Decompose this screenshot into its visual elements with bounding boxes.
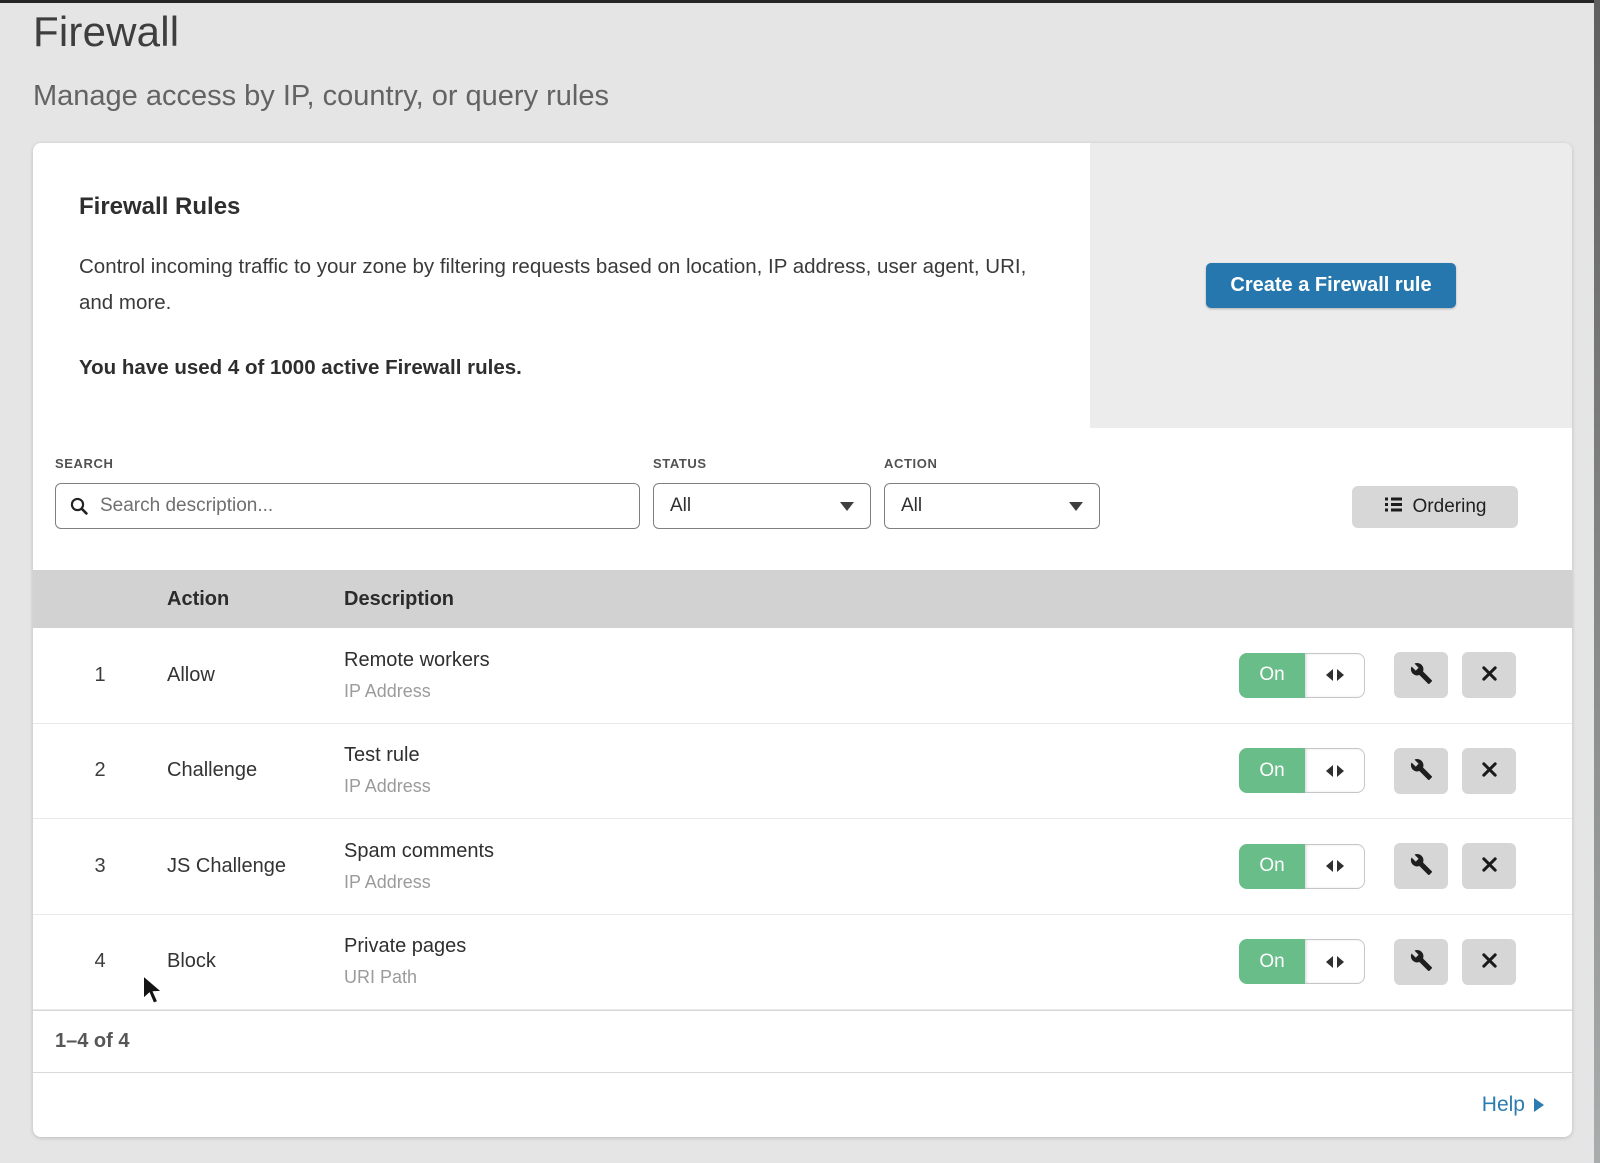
rule-status-toggle[interactable]: On bbox=[1239, 844, 1365, 889]
row-controls: On bbox=[1239, 915, 1516, 1010]
filters-bar: SEARCH STATUS All ACTION All bbox=[33, 428, 1572, 570]
page-title: Firewall bbox=[33, 8, 179, 56]
search-icon bbox=[67, 494, 91, 523]
status-label: STATUS bbox=[653, 456, 707, 471]
arrow-right-icon bbox=[1337, 669, 1344, 681]
row-controls: On bbox=[1239, 819, 1516, 914]
rule-priority: 4 bbox=[33, 950, 167, 973]
arrow-left-icon bbox=[1326, 765, 1333, 777]
table-row: 4 Block Private pages URI Path On bbox=[33, 915, 1572, 1011]
firewall-rules-card: Create a Firewall rule Firewall Rules Co… bbox=[33, 143, 1572, 1137]
toggle-on-label: On bbox=[1239, 844, 1305, 889]
table-header: Action Description bbox=[33, 570, 1572, 628]
search-input[interactable] bbox=[55, 483, 640, 529]
action-select[interactable]: All bbox=[884, 483, 1100, 529]
hero-description: Control incoming traffic to your zone by… bbox=[79, 249, 1034, 321]
arrow-left-icon bbox=[1326, 956, 1333, 968]
status-select[interactable]: All bbox=[653, 483, 871, 529]
toggle-knob[interactable] bbox=[1305, 653, 1365, 698]
arrow-right-icon bbox=[1337, 860, 1344, 872]
create-firewall-rule-button[interactable]: Create a Firewall rule bbox=[1206, 263, 1456, 308]
pagination-text: 1–4 of 4 bbox=[33, 1030, 129, 1053]
window-right-edge bbox=[1594, 0, 1600, 1163]
wrench-icon bbox=[1410, 662, 1433, 688]
rule-action: Allow bbox=[167, 664, 344, 687]
delete-rule-button[interactable] bbox=[1462, 652, 1516, 698]
arrow-left-icon bbox=[1326, 669, 1333, 681]
rule-status-toggle[interactable]: On bbox=[1239, 939, 1365, 984]
arrow-right-icon bbox=[1337, 765, 1344, 777]
delete-rule-button[interactable] bbox=[1462, 843, 1516, 889]
edit-rule-button[interactable] bbox=[1394, 652, 1448, 698]
hero-action-panel: Create a Firewall rule bbox=[1090, 143, 1572, 428]
row-controls: On bbox=[1239, 724, 1516, 819]
toggle-on-label: On bbox=[1239, 748, 1305, 793]
toggle-on-label: On bbox=[1239, 653, 1305, 698]
rule-priority: 2 bbox=[33, 759, 167, 782]
window-top-edge bbox=[0, 0, 1600, 3]
help-link-label: Help bbox=[1482, 1093, 1525, 1117]
edit-rule-button[interactable] bbox=[1394, 748, 1448, 794]
rule-status-toggle[interactable]: On bbox=[1239, 748, 1365, 793]
arrow-right-icon bbox=[1337, 956, 1344, 968]
action-select-value: All bbox=[901, 495, 922, 517]
rule-action: JS Challenge bbox=[167, 855, 344, 878]
x-icon bbox=[1479, 854, 1500, 878]
arrow-right-icon bbox=[1534, 1098, 1544, 1112]
wrench-icon bbox=[1410, 949, 1433, 975]
wrench-icon bbox=[1410, 758, 1433, 784]
ordering-button[interactable]: Ordering bbox=[1352, 486, 1518, 528]
status-select-value: All bbox=[670, 495, 691, 517]
help-link[interactable]: Help bbox=[1482, 1093, 1572, 1117]
x-icon bbox=[1479, 663, 1500, 687]
edit-rule-button[interactable] bbox=[1394, 843, 1448, 889]
arrow-left-icon bbox=[1326, 860, 1333, 872]
action-label: ACTION bbox=[884, 456, 937, 471]
delete-rule-button[interactable] bbox=[1462, 939, 1516, 985]
chevron-down-icon bbox=[840, 502, 854, 511]
rule-action: Block bbox=[167, 950, 344, 973]
toggle-knob[interactable] bbox=[1305, 939, 1365, 984]
rule-action: Challenge bbox=[167, 759, 344, 782]
edit-rule-button[interactable] bbox=[1394, 939, 1448, 985]
ordering-list-icon bbox=[1384, 495, 1403, 519]
page-subtitle: Manage access by IP, country, or query r… bbox=[33, 80, 609, 113]
description-column-header: Description bbox=[344, 588, 1572, 611]
row-controls: On bbox=[1239, 628, 1516, 723]
toggle-knob[interactable] bbox=[1305, 844, 1365, 889]
table-row: 3 JS Challenge Spam comments IP Address … bbox=[33, 819, 1572, 915]
hero-section: Create a Firewall rule Firewall Rules Co… bbox=[33, 143, 1572, 428]
x-icon bbox=[1479, 950, 1500, 974]
rule-status-toggle[interactable]: On bbox=[1239, 653, 1365, 698]
table-row: 2 Challenge Test rule IP Address On bbox=[33, 724, 1572, 820]
toggle-knob[interactable] bbox=[1305, 748, 1365, 793]
help-row: Help bbox=[33, 1072, 1572, 1137]
x-icon bbox=[1479, 759, 1500, 783]
table-row: 1 Allow Remote workers IP Address On bbox=[33, 628, 1572, 724]
rule-priority: 1 bbox=[33, 664, 167, 687]
pagination-row: 1–4 of 4 bbox=[33, 1010, 1572, 1072]
ordering-button-label: Ordering bbox=[1413, 496, 1487, 518]
delete-rule-button[interactable] bbox=[1462, 748, 1516, 794]
search-field-wrap bbox=[55, 483, 640, 529]
rule-priority: 3 bbox=[33, 855, 167, 878]
search-label: SEARCH bbox=[55, 456, 114, 471]
wrench-icon bbox=[1410, 853, 1433, 879]
action-column-header: Action bbox=[167, 588, 344, 611]
toggle-on-label: On bbox=[1239, 939, 1305, 984]
chevron-down-icon bbox=[1069, 502, 1083, 511]
